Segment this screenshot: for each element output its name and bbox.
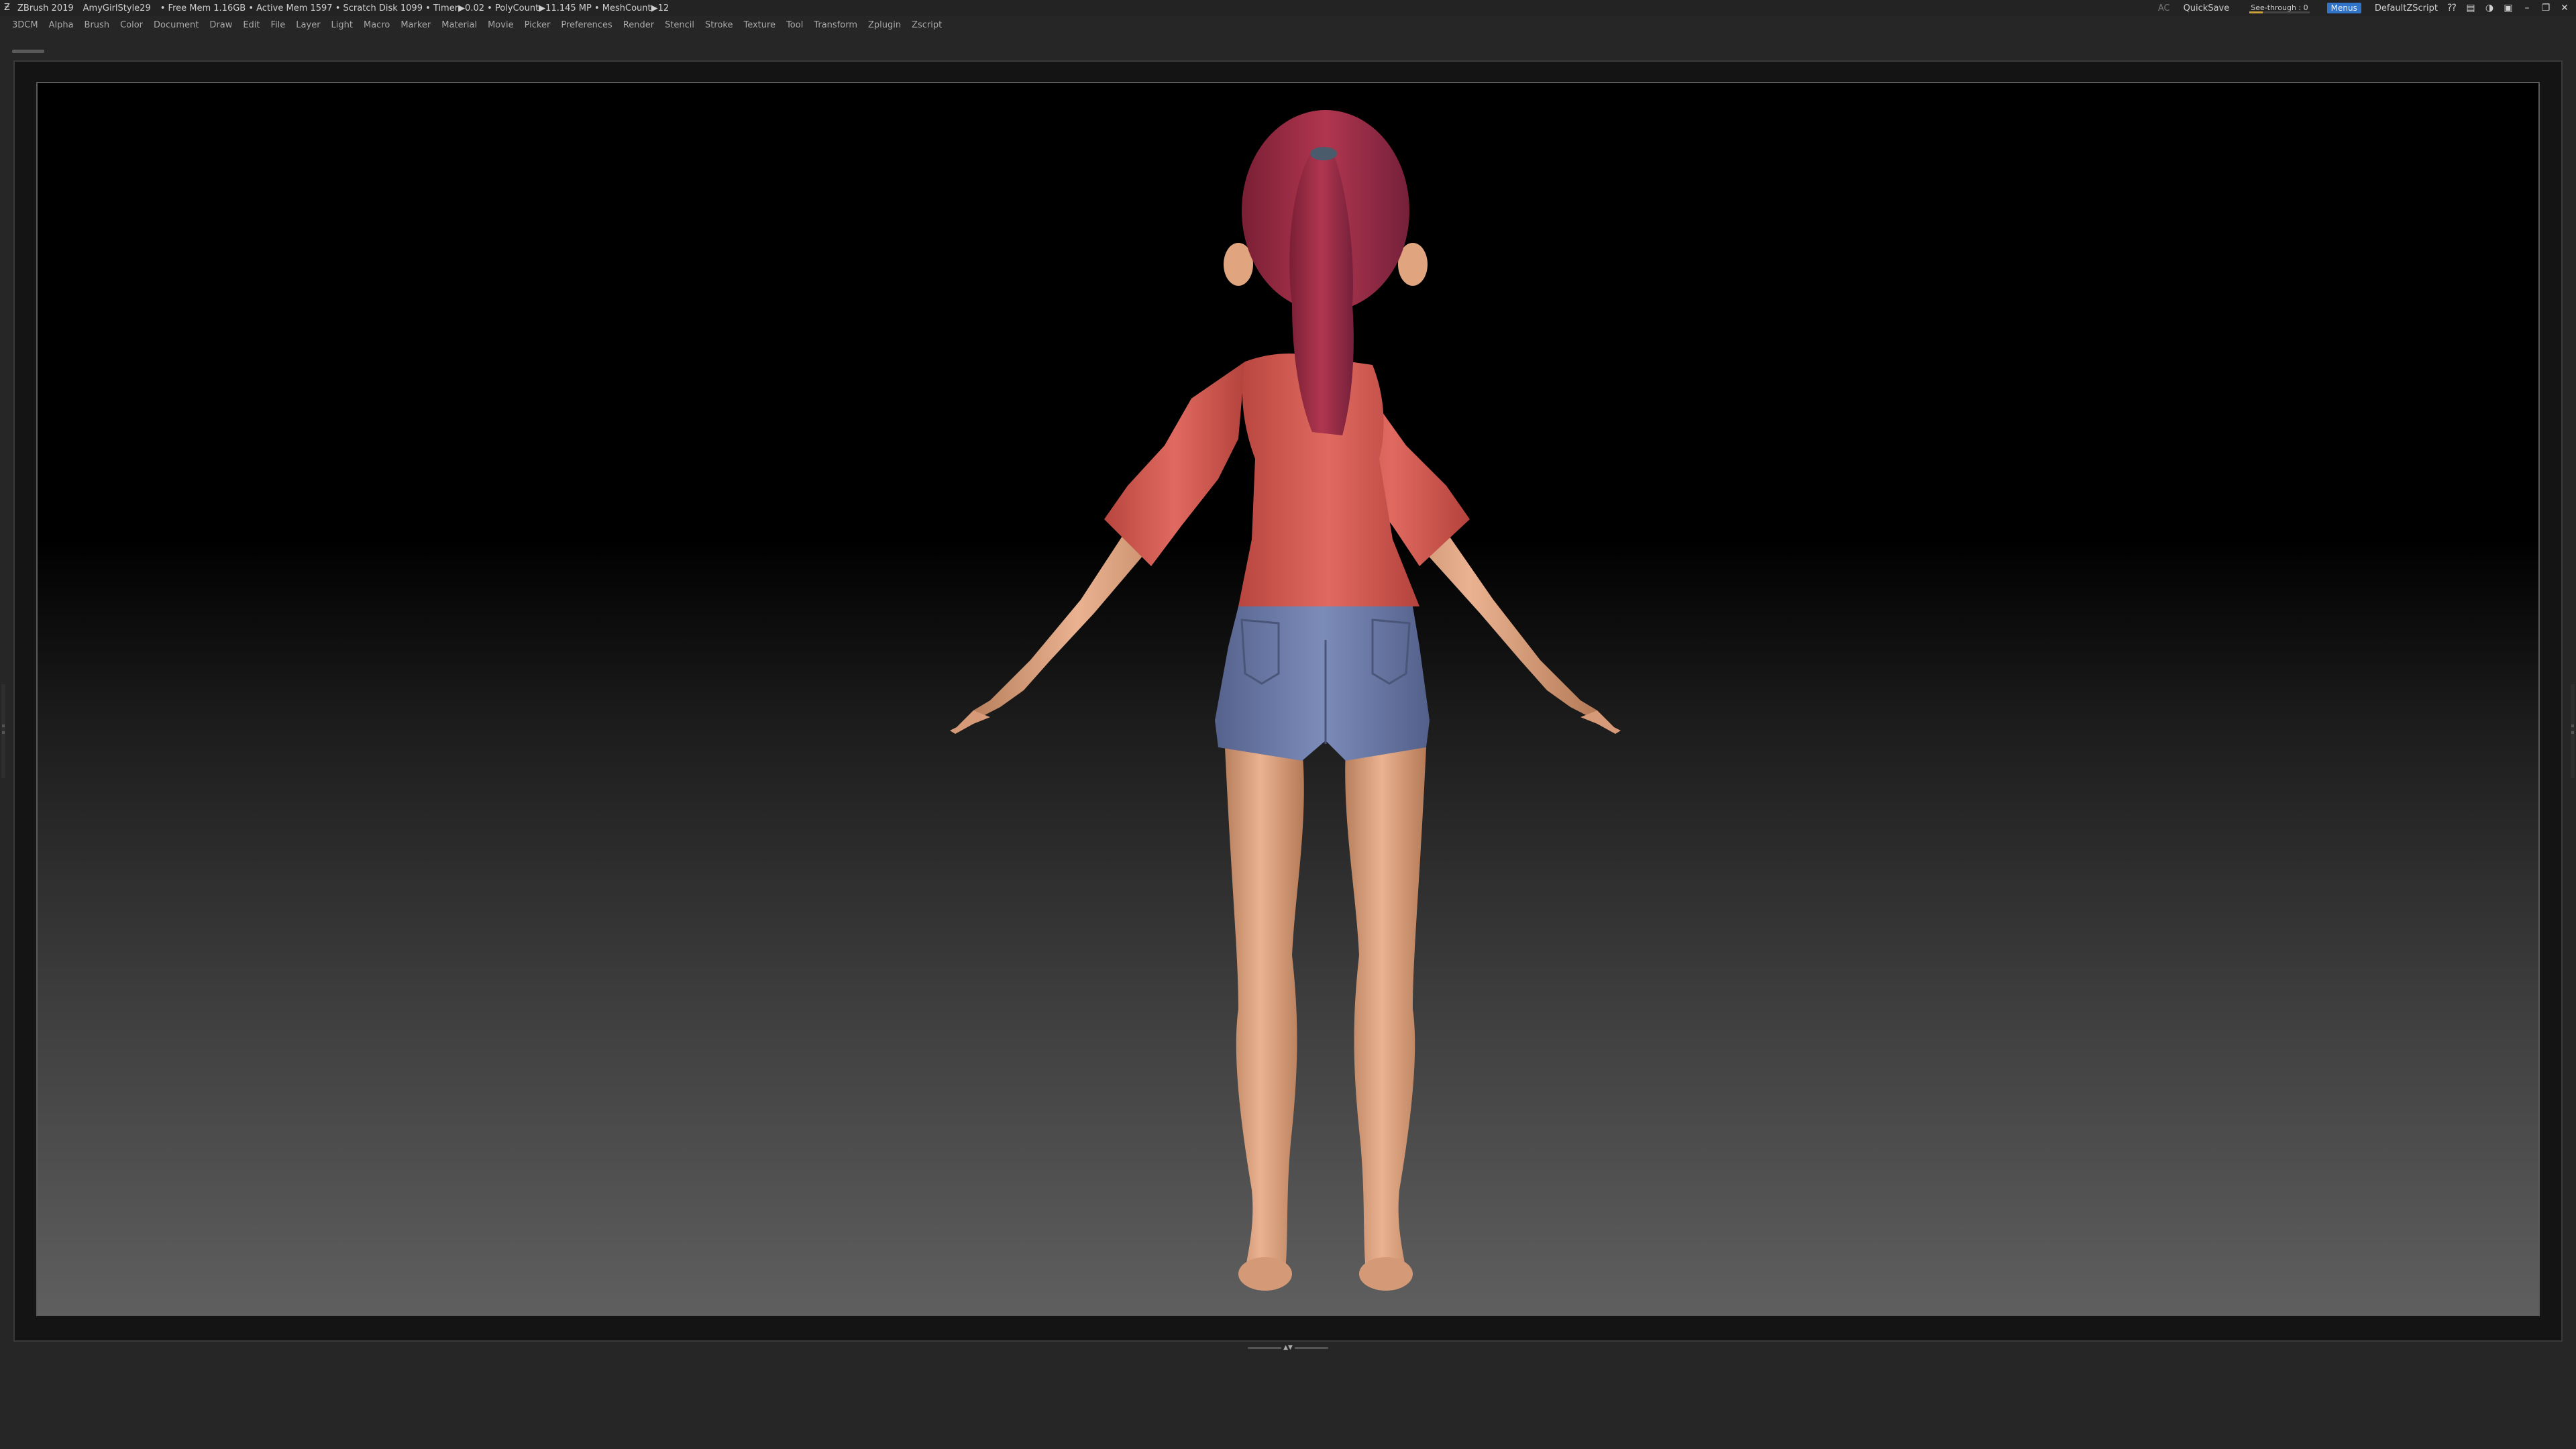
- title-bar-right: AC QuickSave See-through : 0 Menus Defau…: [2145, 0, 2576, 16]
- layout-icon[interactable]: ▤: [2466, 3, 2475, 13]
- expand-tray-icon[interactable]: ▲▼: [1281, 1345, 1295, 1351]
- shorts: [1215, 606, 1430, 761]
- app-name: ZBrush 2019: [17, 3, 74, 13]
- menu-macro[interactable]: Macro: [364, 20, 390, 30]
- menu-file[interactable]: File: [271, 20, 286, 30]
- zbrush-logo-icon: Ƶ: [4, 3, 10, 13]
- ac-label[interactable]: AC: [2158, 3, 2170, 13]
- theme-icon[interactable]: ◑: [2485, 3, 2494, 13]
- close-icon[interactable]: ✕: [2560, 3, 2569, 13]
- help-icon[interactable]: ⁇: [2447, 3, 2457, 13]
- menu-3dcm[interactable]: 3DCM: [12, 20, 38, 30]
- see-through-fill: [2249, 11, 2263, 13]
- menu-brush[interactable]: Brush: [85, 20, 110, 30]
- menu-picker[interactable]: Picker: [525, 20, 551, 30]
- menu-marker[interactable]: Marker: [400, 20, 431, 30]
- menu-zscript[interactable]: Zscript: [912, 20, 942, 30]
- menu-preferences[interactable]: Preferences: [561, 20, 612, 30]
- menu-stroke[interactable]: Stroke: [705, 20, 733, 30]
- menu-stencil[interactable]: Stencil: [665, 20, 694, 30]
- menu-movie[interactable]: Movie: [488, 20, 513, 30]
- top-tray-grip[interactable]: [12, 50, 44, 53]
- menu-texture[interactable]: Texture: [743, 20, 775, 30]
- character-model: [950, 110, 1621, 1291]
- menu-render[interactable]: Render: [623, 20, 654, 30]
- menu-material[interactable]: Material: [441, 20, 477, 30]
- title-bar: Ƶ ZBrush 2019 AmyGirlStyle29 • Free Mem …: [0, 0, 2576, 16]
- bottom-tray-grip[interactable]: ▲▼: [1244, 1345, 1332, 1351]
- right-tray-grip[interactable]: [2571, 684, 2575, 778]
- viewport-frame: [13, 60, 2563, 1342]
- maximize-icon[interactable]: ❐: [2541, 3, 2551, 13]
- main-menu-bar: 3DCM Alpha Brush Color Document Draw Edi…: [0, 16, 2576, 34]
- project-name: AmyGirlStyle29: [83, 3, 151, 13]
- menu-color[interactable]: Color: [120, 20, 143, 30]
- quicksave-button[interactable]: QuickSave: [2184, 3, 2230, 13]
- memory-stats: • Free Mem 1.16GB • Active Mem 1597 • Sc…: [160, 3, 669, 13]
- lock-icon[interactable]: ▣: [2504, 3, 2513, 13]
- default-zscript-button[interactable]: DefaultZScript: [2375, 3, 2438, 13]
- menu-zplugin[interactable]: Zplugin: [868, 20, 901, 30]
- menu-layer[interactable]: Layer: [296, 20, 320, 30]
- menu-document[interactable]: Document: [154, 20, 199, 30]
- menu-light[interactable]: Light: [331, 20, 353, 30]
- document-canvas[interactable]: [36, 82, 2540, 1316]
- menu-tool[interactable]: Tool: [786, 20, 803, 30]
- legs: [1225, 747, 1426, 1291]
- menus-toggle-button[interactable]: Menus: [2326, 3, 2361, 13]
- left-tray-grip[interactable]: [1, 684, 5, 778]
- left-sleeve: [1104, 362, 1245, 566]
- menu-draw[interactable]: Draw: [209, 20, 232, 30]
- minimize-icon[interactable]: –: [2522, 3, 2532, 13]
- see-through-slider[interactable]: See-through : 0: [2247, 3, 2312, 13]
- see-through-track: [2249, 11, 2310, 13]
- menu-alpha[interactable]: Alpha: [49, 20, 74, 30]
- menu-edit[interactable]: Edit: [243, 20, 260, 30]
- menu-transform[interactable]: Transform: [814, 20, 857, 30]
